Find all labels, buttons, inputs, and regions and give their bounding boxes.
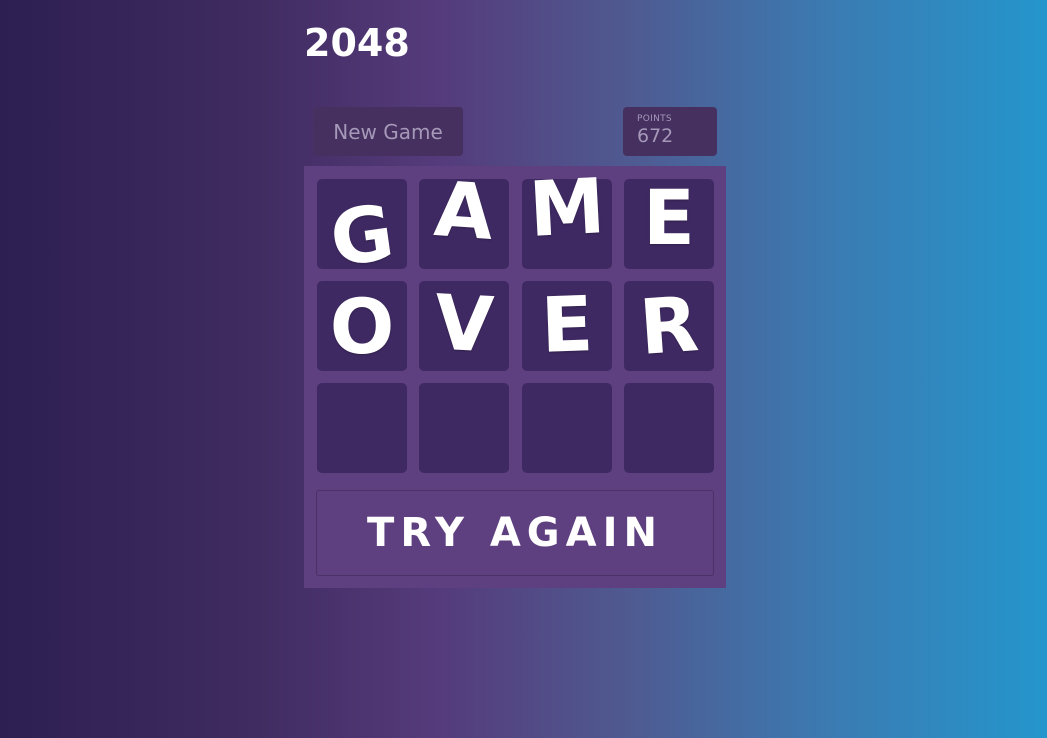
game-over-letter: O — [329, 282, 395, 371]
grid-cell — [522, 383, 612, 473]
grid-cell — [317, 383, 407, 473]
game-over-letter: G — [324, 187, 400, 284]
game-board: G A M E O V E R TRY AGAIN — [304, 161, 726, 588]
points-label: POINTS — [637, 114, 672, 124]
points-panel: POINTS 672 — [623, 107, 717, 156]
new-game-button[interactable]: New Game — [313, 107, 463, 156]
game-over-letter: E — [539, 279, 595, 370]
try-again-button[interactable]: TRY AGAIN — [316, 490, 714, 576]
game-over-letter: V — [432, 277, 496, 370]
points-value: 672 — [637, 125, 674, 147]
game-over-letter: M — [526, 161, 608, 254]
game-over-letter: E — [643, 173, 695, 262]
game-title: 2048 — [304, 21, 410, 65]
game-over-letter: R — [636, 279, 702, 372]
game-over-letter: A — [431, 164, 497, 257]
grid-cell — [419, 383, 509, 473]
grid-cell — [624, 383, 714, 473]
